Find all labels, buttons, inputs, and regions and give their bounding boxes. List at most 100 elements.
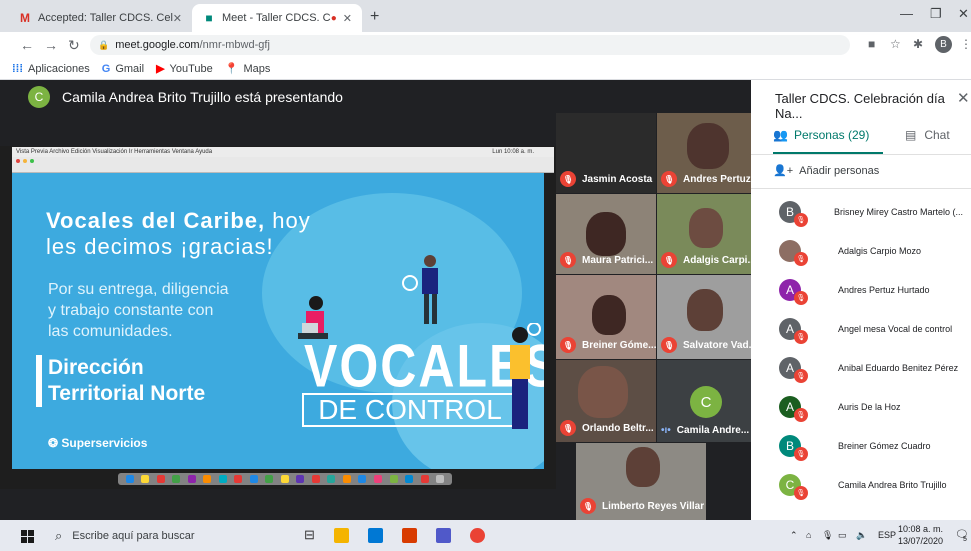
taskbar-clock[interactable]: 10:08 a. m. 13/07/2020 (898, 523, 943, 547)
list-item[interactable]: B 🎙 Breiner Gómez Cuadro (751, 426, 971, 465)
new-tab-button[interactable]: + (370, 8, 379, 26)
mic-off-icon: 🎙 (661, 171, 677, 187)
participant-video (689, 208, 723, 248)
tile-label: 🎙 Andres Pertuz... (661, 171, 752, 187)
participant-tile[interactable]: 🎙 Andres Pertuz... (657, 113, 752, 193)
bookmark-youtube[interactable]: ▶ YouTube (156, 62, 213, 76)
network-icon[interactable]: ⌂ (806, 530, 811, 540)
list-item[interactable]: A 🎙 Anibal Eduardo Benitez Pérez (751, 348, 971, 387)
mac-clock: Lun 10:08 a. m. (492, 149, 534, 155)
minimize-icon[interactable]: — (900, 6, 913, 21)
clock-time: 10:08 a. m. (898, 524, 944, 534)
close-tab-icon[interactable]: ✕ (343, 12, 352, 25)
mac-dock (118, 473, 452, 485)
bookmark-maps[interactable]: 📍 Maps (224, 62, 271, 76)
tile-name: Adalgis Carpi... (683, 254, 752, 266)
windows-start-icon[interactable] (21, 530, 34, 543)
person-magnifier-illustration (402, 255, 438, 324)
tile-label: •ı• Camila Andre... (661, 425, 749, 436)
maps-icon: 📍 (224, 63, 239, 75)
participant-tile[interactable]: 🎙 Salvatore Vad... (657, 275, 752, 359)
star-icon[interactable]: ☆ (890, 37, 901, 51)
microphone-icon[interactable]: 🎙 (822, 530, 833, 541)
participant-video (578, 366, 628, 418)
tile-name: Jasmin Acosta (582, 173, 653, 185)
mail-icon[interactable] (368, 528, 383, 543)
lock-icon: 🔒 (98, 39, 110, 50)
url-bar[interactable]: 🔒 meet.google.com/nmr-mbwd-gfj (90, 35, 850, 55)
list-item[interactable]: A 🎙 Angel mesa Vocal de control (751, 309, 971, 348)
tile-label: 🎙 Salvatore Vad... (661, 337, 752, 353)
tab-chat[interactable]: ▤ Chat (905, 128, 950, 142)
list-item[interactable]: C 🎙 Camila Andrea Brito Trujillo (751, 465, 971, 504)
tile-name: Orlando Beltr... (582, 422, 654, 434)
close-window-icon[interactable]: ✕ (958, 6, 969, 22)
tab-gmail[interactable]: M Accepted: Taller CDCS. Celebraci ✕ (8, 4, 192, 32)
file-explorer-icon[interactable] (334, 528, 349, 543)
restore-icon[interactable]: ❐ (930, 6, 942, 22)
menu-icon[interactable]: ⋮ (960, 37, 971, 51)
tile-name: Limberto Reyes Villar (602, 500, 705, 512)
teams-icon[interactable] (436, 528, 451, 543)
profile-avatar[interactable]: B (935, 36, 952, 53)
participant-video (687, 289, 723, 331)
mac-menubar: Vista Previa Archivo Edición Visualizaci… (12, 147, 554, 157)
list-item[interactable]: A 🎙 Andres Pertuz Hurtado (751, 270, 971, 309)
tile-label: 🎙 Jasmin Acosta (560, 171, 652, 187)
recording-icon: ● (330, 12, 337, 24)
mic-off-icon: 🎙 (794, 486, 808, 500)
slide-title-rest: hoy (265, 208, 311, 233)
extensions-icon[interactable]: ✱ (913, 37, 923, 51)
list-item[interactable]: B 🎙 Brisney Mirey Castro Martelo (... (751, 192, 971, 231)
camila-avatar: C (690, 386, 722, 418)
mic-off-icon: 🎙 (794, 408, 808, 422)
url-host: meet.google.com (115, 39, 200, 51)
office-icon[interactable] (402, 528, 417, 543)
back-icon[interactable]: ← (20, 37, 34, 53)
tray-up-icon[interactable]: ⌃ (790, 530, 798, 541)
close-panel-icon[interactable]: ✕ (957, 89, 970, 107)
participant-tile[interactable]: 🎙 Orlando Beltr... (556, 360, 656, 442)
camera-icon[interactable]: ■ (868, 37, 875, 51)
clock-date: 13/07/2020 (898, 536, 944, 546)
gmail-icon: M (20, 11, 30, 25)
presenter-text: Camila Andrea Brito Trujillo está presen… (62, 89, 343, 105)
participant-name: Andres Pertuz Hurtado (838, 284, 930, 295)
slide-body-line: Por su entrega, diligencia (48, 281, 229, 298)
participant-tile[interactable]: 🎙 Adalgis Carpi... (657, 194, 752, 274)
participant-video (626, 447, 660, 487)
close-tab-icon[interactable]: ✕ (173, 12, 182, 25)
bookmark-gmail[interactable]: G Gmail (102, 63, 144, 75)
list-item[interactable]: 🎙 Adalgis Carpio Mozo (751, 231, 971, 270)
taskbar-search[interactable]: ⌕ Escribe aquí para buscar (55, 528, 195, 544)
participant-tile[interactable]: 🎙 Maura Patrici... (556, 194, 656, 274)
language-indicator[interactable]: ESP (878, 530, 896, 540)
tab-people[interactable]: 👥 Personas (29) (773, 128, 869, 142)
chrome-icon[interactable] (470, 528, 485, 543)
participant-tile[interactable]: 🎙 Jasmin Acosta (556, 113, 656, 193)
bookmark-apps[interactable]: ⁞⁞⁞ Aplicaciones (12, 63, 90, 75)
participant-tile[interactable]: 🎙 Limberto Reyes Villar (576, 443, 706, 520)
reload-icon[interactable]: ↻ (68, 37, 80, 54)
people-icon: 👥 (773, 128, 788, 142)
add-people-button[interactable]: 👤+ Añadir personas (773, 164, 880, 178)
battery-icon[interactable]: ▭ (838, 530, 847, 541)
bookmark-label: Maps (243, 62, 271, 75)
list-item[interactable]: A 🎙 Auris De la Hoz (751, 387, 971, 426)
superservicios-logo: ❂ Superservicios (48, 436, 147, 450)
address-toolbar: ← → ↻ 🔒 meet.google.com/nmr-mbwd-gfj ■ ☆… (0, 32, 971, 58)
forward-icon[interactable]: → (44, 37, 58, 53)
participant-name: Angel mesa Vocal de control (838, 323, 953, 334)
participant-name: Adalgis Carpio Mozo (838, 245, 922, 256)
add-people-label: Añadir personas (799, 164, 880, 177)
slide-body-line: y trabajo constante con (48, 302, 214, 319)
youtube-icon: ▶ (156, 63, 165, 75)
tab-meet[interactable]: ■ Meet - Taller CDCS. Celebrac ● ✕ (192, 4, 362, 32)
participant-tile[interactable]: 🎙 Breiner Góme... (556, 275, 656, 359)
volume-icon[interactable]: 🔈 (856, 530, 867, 541)
participant-name: Auris De la Hoz (838, 401, 901, 412)
task-view-icon[interactable]: ⊟ (304, 527, 319, 542)
participant-list: B 🎙 Brisney Mirey Castro Martelo (... 🎙 … (751, 192, 971, 504)
participant-video (586, 212, 626, 256)
mic-off-icon: 🎙 (661, 337, 677, 353)
